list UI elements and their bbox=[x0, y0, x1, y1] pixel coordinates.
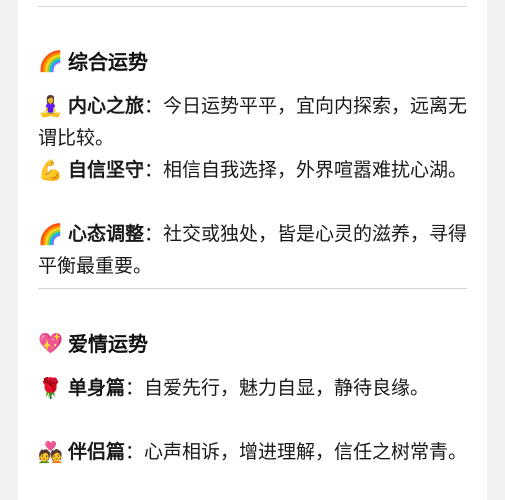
post-content: 🌈 综合运势 🧘‍♀️ 内心之旅：今日运势平平，宜向内探索，远离无谓比较。 💪 自信… bbox=[18, 0, 487, 500]
overall-item-confidence: 💪 自信坚守：相信自我选择，外界喧嚣难扰心湖。 bbox=[38, 154, 468, 186]
top-divider bbox=[38, 6, 467, 7]
overall-item-mindset: 🌈 心态调整：社交或独处，皆是心灵的滋养，寻得平衡最重要。 bbox=[38, 218, 468, 282]
rainbow-icon: 🌈 bbox=[38, 48, 63, 73]
overall-item-inner-journey: 🧘‍♀️ 内心之旅：今日运势平平，宜向内探索，远离无谓比较。 bbox=[38, 90, 468, 154]
meditation-icon: 🧘‍♀️ bbox=[38, 94, 63, 118]
love-item-single: 🌹 单身篇：自爱先行，魅力自显，静待良缘。 bbox=[38, 372, 468, 404]
sparkling-heart-icon: 💖 bbox=[38, 330, 63, 355]
section-title-overall: 🌈 综合运势 bbox=[38, 48, 148, 75]
section-title-love: 💖 爱情运势 bbox=[38, 330, 148, 357]
rose-icon: 🌹 bbox=[38, 376, 63, 400]
love-item-couple: 💑 伴侣篇：心声相诉，增进理解，信任之树常青。 bbox=[38, 436, 468, 468]
couple-heart-icon: 💑 bbox=[38, 440, 63, 464]
rainbow-icon: 🌈 bbox=[38, 222, 63, 246]
flexed-biceps-icon: 💪 bbox=[38, 158, 63, 182]
section-divider bbox=[38, 288, 467, 289]
